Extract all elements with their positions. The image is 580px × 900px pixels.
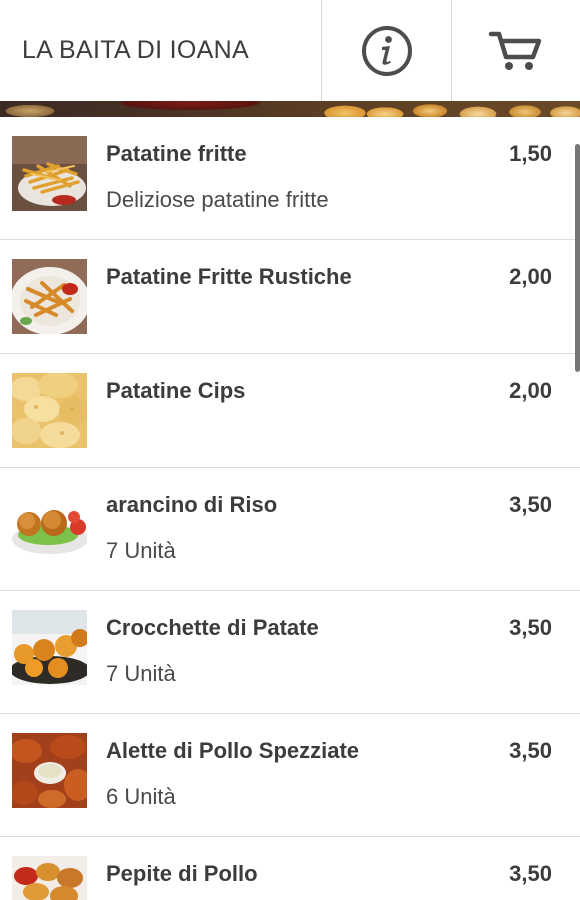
menu-item-price: 3,50	[509, 615, 552, 640]
top-bar: LA BAITA DI IOANA	[0, 0, 580, 101]
scrollbar[interactable]	[575, 144, 580, 372]
menu-item-description: Deliziose patatine fritte	[106, 187, 329, 212]
menu-item-name: Patatine Cips	[106, 378, 246, 403]
menu-item-name: Patatine Fritte Rustiche	[106, 264, 352, 289]
menu-item[interactable]: Patatine Cips 2,00	[0, 354, 580, 468]
menu-item-price: 1,50	[509, 141, 552, 166]
menu-item-price: 3,50	[509, 861, 552, 886]
menu-item[interactable]: Crocchette di Patate 3,50 7 Unità	[0, 591, 580, 714]
menu-item-price: 3,50	[509, 738, 552, 763]
rustic-fries-image	[12, 259, 87, 334]
french-fries-image	[12, 136, 87, 211]
menu-item-name: Crocchette di Patate	[106, 615, 319, 640]
restaurant-title: LA BAITA DI IOANA	[22, 36, 249, 64]
menu-item-name: Alette di Pollo Spezziate	[106, 738, 360, 763]
menu-item-price: 3,50	[509, 492, 552, 517]
menu-item-description: 7 Unità	[106, 661, 176, 686]
menu-item[interactable]: arancino di Riso 3,50 7 Unità	[0, 468, 580, 591]
menu-item-price: 2,00	[509, 378, 552, 403]
potato-chips-image	[12, 373, 87, 448]
shopping-cart-icon	[488, 31, 542, 70]
menu-item-name: arancino di Riso	[106, 492, 278, 517]
info-circle-icon	[361, 25, 412, 76]
header-banner-image	[0, 101, 580, 117]
menu-item[interactable]: Alette di Pollo Spezziate 3,50 6 Unità	[0, 714, 580, 837]
chicken-nuggets-image	[12, 856, 87, 900]
menu-list: Patatine fritte 1,50 Deliziose patatine …	[0, 117, 580, 900]
menu-item[interactable]: Patatine fritte 1,50 Deliziose patatine …	[0, 117, 580, 240]
menu-item-description: 7 Unità	[106, 538, 176, 563]
info-button[interactable]	[321, 0, 451, 101]
menu-item[interactable]: Patatine Fritte Rustiche 2,00	[0, 240, 580, 354]
cart-button[interactable]	[451, 0, 580, 101]
menu-item-name: Pepite di Pollo	[106, 861, 258, 886]
menu-item[interactable]: Pepite di Pollo 3,50	[0, 837, 580, 900]
chicken-wings-image	[12, 733, 87, 808]
rice-balls-image	[12, 487, 87, 562]
menu-item-name: Patatine fritte	[106, 141, 247, 166]
potato-croquettes-image	[12, 610, 87, 685]
menu-item-price: 2,00	[509, 264, 552, 289]
menu-item-description: 6 Unità	[106, 784, 176, 809]
app-screen: LA BAITA DI IOANA Patatine fritte 1,50 D…	[0, 0, 580, 900]
